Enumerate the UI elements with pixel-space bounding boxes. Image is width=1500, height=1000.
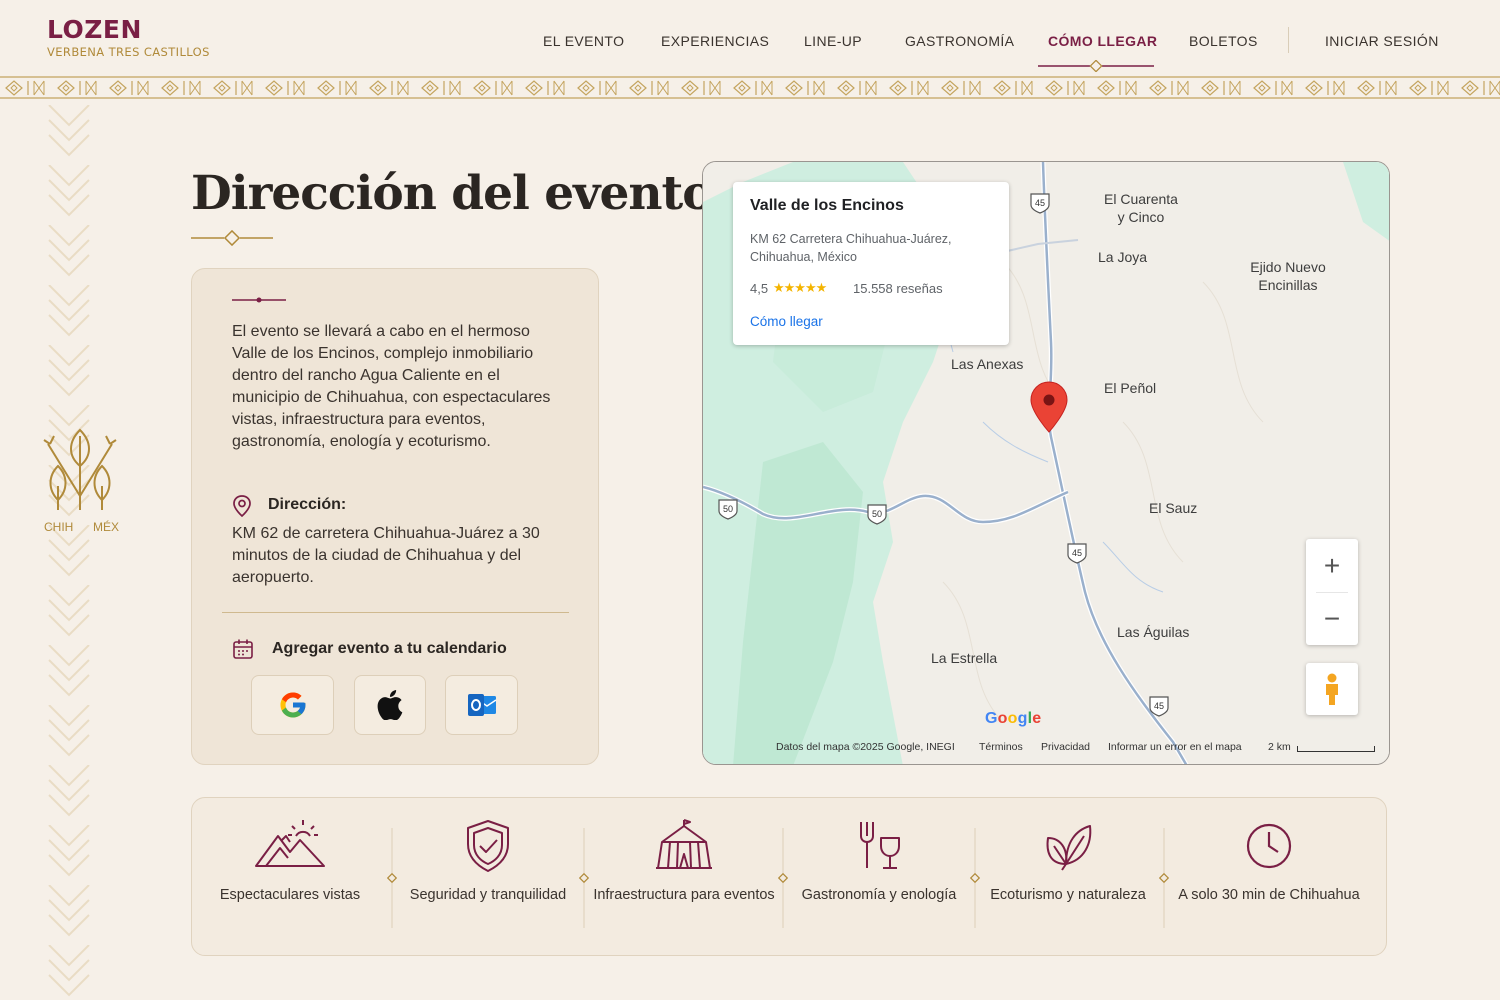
shield-check-icon bbox=[467, 820, 509, 872]
pegman-icon bbox=[1326, 673, 1338, 705]
route-50-shield-icon: 50 bbox=[718, 499, 738, 520]
title-ornament bbox=[191, 230, 273, 246]
feature-separator bbox=[579, 828, 589, 928]
outlook-icon bbox=[467, 694, 496, 716]
route-45-label: 45 bbox=[1035, 198, 1045, 208]
feature-item: A solo 30 min de Chihuahua bbox=[1174, 818, 1364, 906]
map-report-error-link[interactable]: Informar un error en el mapa bbox=[1108, 741, 1242, 753]
nav-el-evento[interactable]: EL EVENTO bbox=[543, 33, 624, 49]
feature-item: Ecoturismo y naturaleza bbox=[973, 818, 1163, 906]
emblem-icon bbox=[43, 428, 117, 510]
map-scale-bar bbox=[1297, 746, 1375, 752]
nav-experiencias[interactable]: EXPERIENCIAS bbox=[661, 33, 769, 49]
place-reviews-link[interactable]: 15.558 reseñas bbox=[853, 281, 943, 296]
route-50-label: 50 bbox=[872, 509, 882, 519]
google-logo[interactable]: Google bbox=[985, 710, 1041, 728]
card-divider bbox=[222, 612, 569, 613]
feature-label: Gastronomía y enología bbox=[801, 887, 957, 903]
route-45-shield-icon: 45 bbox=[1067, 543, 1087, 564]
apple-calendar-button[interactable] bbox=[354, 675, 426, 735]
place-address: KM 62 Carretera Chihuahua-Juárez, Chihua… bbox=[750, 232, 952, 264]
mountains-icon bbox=[255, 820, 325, 867]
leaf-icon bbox=[1046, 825, 1092, 871]
event-map[interactable]: 45 45 45 50 50 El Cuarenta y Cinco La Jo… bbox=[702, 161, 1390, 765]
route-50-label: 50 bbox=[723, 504, 733, 514]
map-scale-label: 2 km bbox=[1268, 741, 1291, 753]
side-pattern-decoration bbox=[44, 105, 94, 1000]
map-place-card[interactable]: Valle de los Encinos KM 62 Carretera Chi… bbox=[733, 182, 1009, 345]
active-nav-underline bbox=[1038, 60, 1154, 72]
map-data-attribution: Datos del mapa ©2025 Google, INEGI bbox=[776, 741, 955, 753]
nav-gastronomia[interactable]: GASTRONOMÍA bbox=[905, 33, 1014, 49]
feature-item: Gastronomía y enología bbox=[784, 818, 974, 906]
address-text: KM 62 de carretera Chihuahua-Juárez a 30… bbox=[232, 525, 540, 586]
route-45-label: 45 bbox=[1154, 701, 1164, 711]
map-label-el-cuarenta: El Cuarenta y Cinco bbox=[1104, 191, 1178, 225]
feature-separator bbox=[1159, 828, 1169, 928]
map-label-la-estrella: La Estrella bbox=[931, 650, 998, 666]
nav-login[interactable]: INICIAR SESIÓN bbox=[1325, 33, 1439, 49]
map-terms-link[interactable]: Términos bbox=[979, 741, 1023, 753]
brand-name: LOZEN bbox=[47, 15, 142, 44]
brand-tagline: VERBENA TRES CASTILLOS bbox=[47, 45, 210, 59]
event-description: El evento se llevará a cabo en el hermos… bbox=[232, 323, 551, 450]
apple-icon bbox=[377, 690, 403, 720]
map-label-ejido-nuevo-encinillas: Ejido Nuevo Encinillas bbox=[1250, 259, 1326, 293]
nav-line-up[interactable]: LINE-UP bbox=[804, 33, 862, 49]
brand-logo[interactable]: LOZEN VERBENA TRES CASTILLOS bbox=[47, 15, 210, 60]
route-45-shield-icon: 45 bbox=[1030, 193, 1050, 214]
rating-stars-icon: ★★★★★ bbox=[773, 280, 827, 295]
map-label-el-penol: El Peñol bbox=[1104, 380, 1157, 396]
clock-icon bbox=[1246, 823, 1292, 869]
feature-label: Seguridad y tranquilidad bbox=[409, 887, 567, 903]
map-zoom-controls: + − bbox=[1306, 539, 1358, 645]
emblem-text-mex: MÉX bbox=[93, 520, 120, 534]
nav-separator bbox=[1288, 27, 1289, 53]
site-header: LOZEN VERBENA TRES CASTILLOS EL EVENTO E… bbox=[0, 0, 1500, 76]
map-label-la-joya: La Joya bbox=[1098, 249, 1148, 265]
directions-link[interactable]: Cómo llegar bbox=[750, 314, 823, 329]
feature-label: Infraestructura para eventos bbox=[593, 887, 775, 903]
nav-como-llegar[interactable]: CÓMO LLEGAR bbox=[1048, 33, 1157, 49]
card-ornament bbox=[232, 297, 286, 303]
feature-label: Ecoturismo y naturaleza bbox=[990, 887, 1146, 903]
nav-boletos[interactable]: BOLETOS bbox=[1189, 33, 1258, 49]
event-info-card: El evento se llevará a cabo en el hermos… bbox=[191, 268, 599, 765]
calendar-icon bbox=[233, 639, 253, 659]
feature-item: Espectaculares vistas bbox=[195, 818, 385, 906]
page-title: Dirección del evento bbox=[191, 166, 714, 221]
street-view-pegman-button[interactable] bbox=[1306, 663, 1358, 715]
features-strip: Espectaculares vistas Seguridad y tranqu… bbox=[191, 797, 1387, 956]
feature-label: Espectaculares vistas bbox=[219, 887, 361, 903]
decorative-pattern-band bbox=[0, 76, 1500, 100]
outlook-calendar-button[interactable] bbox=[445, 675, 518, 735]
feature-item: Infraestructura para eventos bbox=[589, 818, 779, 906]
google-calendar-button[interactable] bbox=[251, 675, 334, 735]
map-label-las-aguilas: Las Águilas bbox=[1117, 624, 1190, 640]
place-name: Valle de los Encinos bbox=[750, 197, 904, 214]
route-45-label: 45 bbox=[1072, 548, 1082, 558]
tent-icon bbox=[656, 819, 712, 869]
calendar-label: Agregar evento a tu calendario bbox=[272, 640, 507, 657]
zoom-in-button[interactable]: + bbox=[1306, 539, 1358, 592]
map-privacy-link[interactable]: Privacidad bbox=[1041, 741, 1090, 753]
place-rating: 4,5 bbox=[750, 281, 769, 296]
map-footer: Datos del mapa ©2025 Google, INEGI Térmi… bbox=[703, 738, 1389, 758]
location-pin-icon bbox=[233, 495, 251, 517]
route-50-shield-icon: 50 bbox=[867, 504, 887, 525]
feature-label: A solo 30 min de Chihuahua bbox=[1178, 887, 1360, 903]
route-45-shield-icon: 45 bbox=[1149, 696, 1169, 717]
google-icon bbox=[280, 692, 305, 718]
map-label-las-anexas: Las Anexas bbox=[951, 356, 1024, 372]
feature-item: Seguridad y tranquilidad bbox=[393, 818, 583, 906]
map-label-el-sauz: El Sauz bbox=[1149, 500, 1198, 516]
fork-wine-icon bbox=[860, 822, 900, 869]
address-label: Dirección: bbox=[268, 496, 347, 513]
emblem-text-chih: CHIH bbox=[44, 520, 74, 534]
zoom-out-button[interactable]: − bbox=[1306, 592, 1358, 645]
